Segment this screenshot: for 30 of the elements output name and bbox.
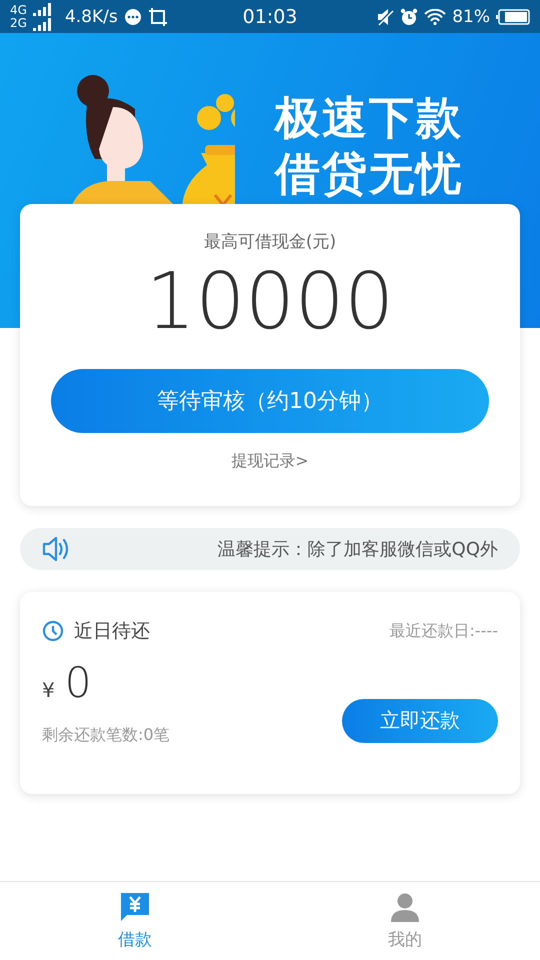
repay-amount: 0 [64, 658, 92, 707]
withdraw-records-link[interactable]: 提现记录> [231, 451, 309, 472]
amount-label: 最高可借现金(元) [204, 231, 336, 253]
currency-symbol: ¥ [42, 678, 55, 702]
nav-tab[interactable]: 借款 [0, 882, 270, 960]
battery-icon [496, 8, 530, 24]
nav-tab[interactable]: 我的 [270, 882, 540, 960]
alarm-icon [400, 8, 418, 26]
screenshot-icon [148, 6, 168, 26]
speaker-icon [42, 536, 70, 562]
network-speed: 4.8K/s [64, 6, 118, 26]
chat-icon [124, 8, 142, 26]
notice-text: 温馨提示：除了加客服微信或QQ外 [218, 538, 498, 561]
yen-chat-icon [120, 892, 150, 922]
remaining-count: 剩余还款笔数:0笔 [42, 725, 170, 746]
banner-slogan: 借贷无忧 [275, 149, 463, 199]
battery-percent: 81% [452, 6, 490, 26]
clock-icon [42, 620, 64, 642]
review-status-button[interactable]: 等待审核（约10分钟） [51, 369, 489, 433]
mute-icon [376, 8, 394, 26]
repay-now-button[interactable]: 立即还款 [342, 698, 498, 742]
repay-title: 近日待还 [74, 619, 150, 644]
clock: 01:03 [242, 6, 298, 28]
person-icon [390, 892, 420, 922]
loan-amount: 10000 [146, 257, 394, 347]
repay-date-label: 最近还款日:---- [390, 620, 498, 642]
banner-slogan: 极速下款 [275, 93, 463, 143]
network-label: 4G [10, 4, 27, 16]
wifi-icon [424, 8, 446, 24]
network-label: 2G [10, 16, 27, 30]
